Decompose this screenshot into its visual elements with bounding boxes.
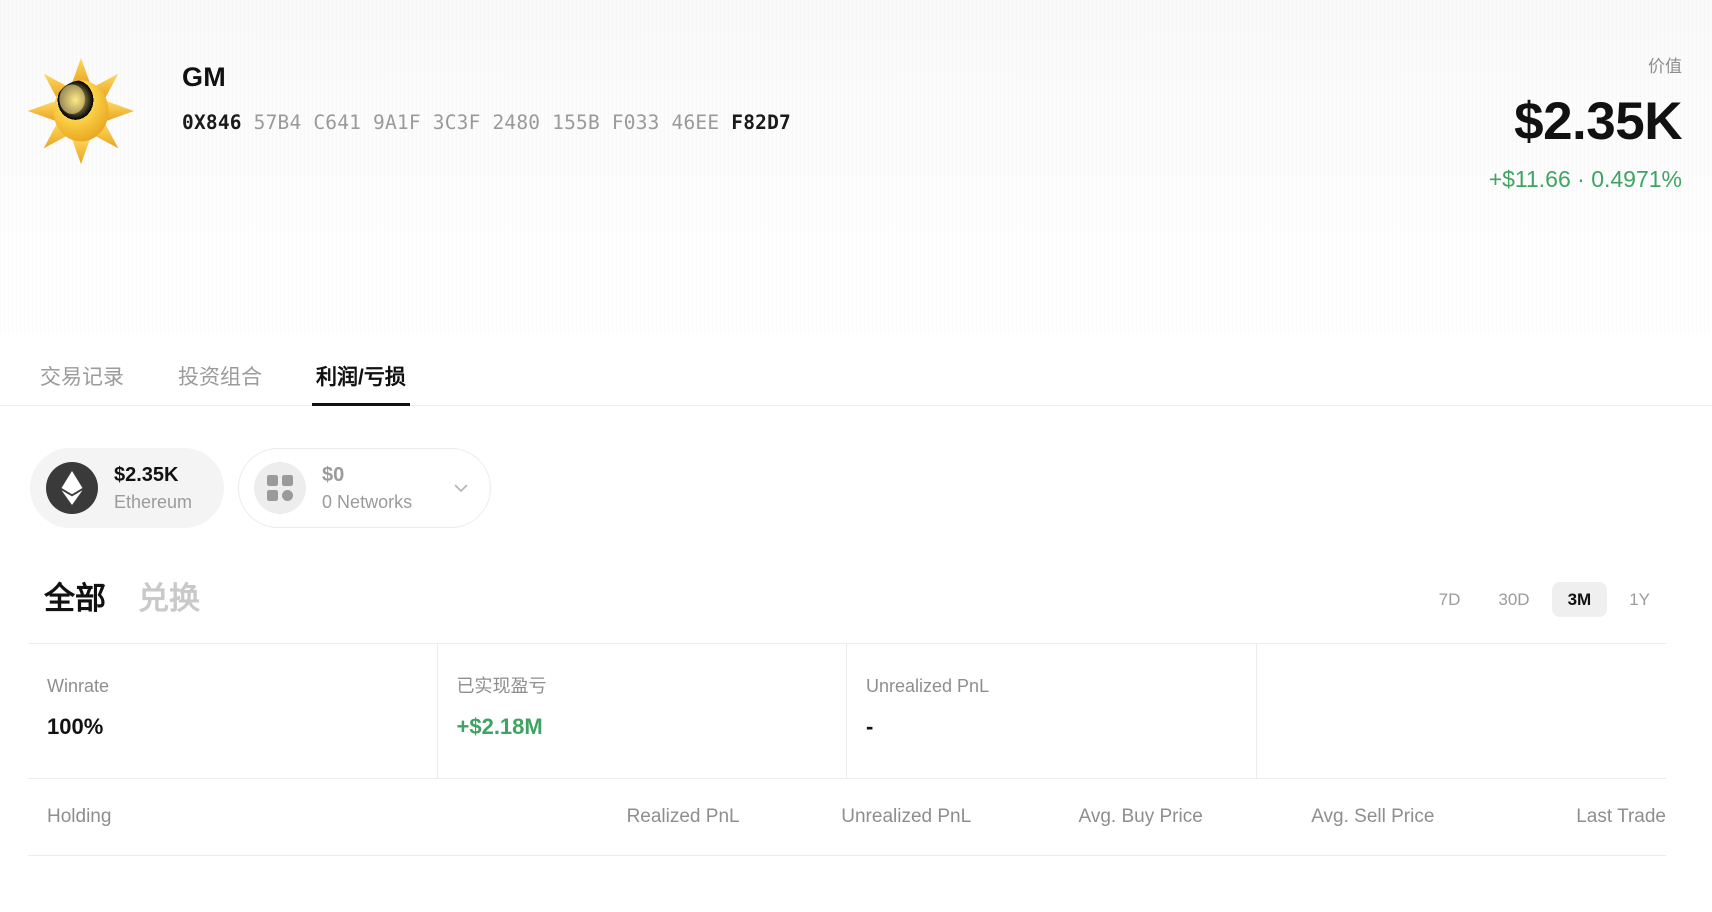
chain-chip-ethereum[interactable]: $2.35K Ethereum <box>30 448 224 528</box>
stat-empty <box>1257 644 1667 778</box>
chain-chip-value: $0 <box>322 464 412 487</box>
stat-unrealized-pnl: Unrealized PnL - <box>847 644 1257 778</box>
wallet-identity: GM 0X846 57B4 C641 9A1F 3C3F 2480 155B F… <box>22 52 791 170</box>
tabs-bar: 交易记录 投资组合 利润/亏损 <box>0 333 1712 406</box>
stat-value: +$2.18M <box>457 714 847 740</box>
ethereum-icon <box>46 462 98 514</box>
stat-label: Winrate <box>47 676 437 698</box>
stat-value: 100% <box>47 714 437 740</box>
wallet-meta: GM 0X846 57B4 C641 9A1F 3C3F 2480 155B F… <box>182 52 791 134</box>
filter-row: 全部 兑换 7D 30D 3M 1Y <box>0 528 1712 617</box>
filter-all[interactable]: 全部 <box>44 582 106 616</box>
column-unrealized-pnl[interactable]: Unrealized PnL <box>740 806 972 828</box>
address-prefix: 0X846 <box>182 111 242 134</box>
chain-chip-sub: 0 Networks <box>322 492 412 513</box>
tab-profit-loss[interactable]: 利润/亏损 <box>312 361 410 405</box>
range-1y[interactable]: 1Y <box>1613 582 1666 617</box>
chain-chip-networks[interactable]: $0 0 Networks <box>238 448 491 528</box>
chain-chip-list: $2.35K Ethereum $0 0 Networks <box>0 406 1712 528</box>
column-realized-pnl[interactable]: Realized PnL <box>508 806 740 828</box>
chevron-down-icon[interactable] <box>452 479 470 497</box>
stat-label: Unrealized PnL <box>866 676 1256 698</box>
wallet-address[interactable]: 0X846 57B4 C641 9A1F 3C3F 2480 155B F033… <box>182 111 791 134</box>
stat-winrate: Winrate 100% <box>28 644 438 778</box>
value-amount: $2.35K <box>1489 95 1682 148</box>
tab-transactions[interactable]: 交易记录 <box>36 361 128 405</box>
stat-realized-pnl: 已实现盈亏 +$2.18M <box>438 644 848 778</box>
range-30d[interactable]: 30D <box>1482 582 1545 617</box>
chain-chip-sub: Ethereum <box>114 492 192 513</box>
filter-swap[interactable]: 兑换 <box>138 582 200 616</box>
wallet-header: GM 0X846 57B4 C641 9A1F 3C3F 2480 155B F… <box>0 0 1712 333</box>
value-label: 价值 <box>1489 58 1682 75</box>
tab-portfolio[interactable]: 投资组合 <box>174 361 266 405</box>
chain-chip-value: $2.35K <box>114 464 192 487</box>
chain-chip-body: $0 0 Networks <box>322 464 412 513</box>
address-middle: 57B4 C641 9A1F 3C3F 2480 155B F033 46EE <box>254 111 720 134</box>
networks-grid-icon <box>254 462 306 514</box>
column-avg-buy-price[interactable]: Avg. Buy Price <box>971 806 1203 828</box>
value-change: +$11.66 · 0.4971% <box>1489 168 1682 191</box>
stat-label: 已实现盈亏 <box>457 676 847 698</box>
stat-value: - <box>866 714 1256 740</box>
column-avg-sell-price[interactable]: Avg. Sell Price <box>1203 806 1435 828</box>
column-last-trade[interactable]: Last Trade <box>1434 806 1666 828</box>
sun-emoji-icon <box>22 52 140 170</box>
chain-chip-body: $2.35K Ethereum <box>114 464 192 513</box>
tab-list: 交易记录 投资组合 利润/亏损 <box>36 361 410 405</box>
column-holding[interactable]: Holding <box>28 806 508 828</box>
wallet-name: GM <box>182 62 791 93</box>
filter-tabs: 全部 兑换 <box>44 582 200 616</box>
time-range-group: 7D 30D 3M 1Y <box>1423 582 1666 617</box>
address-suffix: F82D7 <box>731 111 791 134</box>
portfolio-value-block: 价值 $2.35K +$11.66 · 0.4971% <box>1489 58 1682 191</box>
portfolio-page: GM 0X846 57B4 C641 9A1F 3C3F 2480 155B F… <box>0 0 1712 912</box>
range-7d[interactable]: 7D <box>1423 582 1477 617</box>
range-3m[interactable]: 3M <box>1552 582 1608 617</box>
stats-grid: Winrate 100% 已实现盈亏 +$2.18M Unrealized Pn… <box>28 643 1666 779</box>
holdings-table-header: Holding Realized PnL Unrealized PnL Avg.… <box>28 779 1666 856</box>
